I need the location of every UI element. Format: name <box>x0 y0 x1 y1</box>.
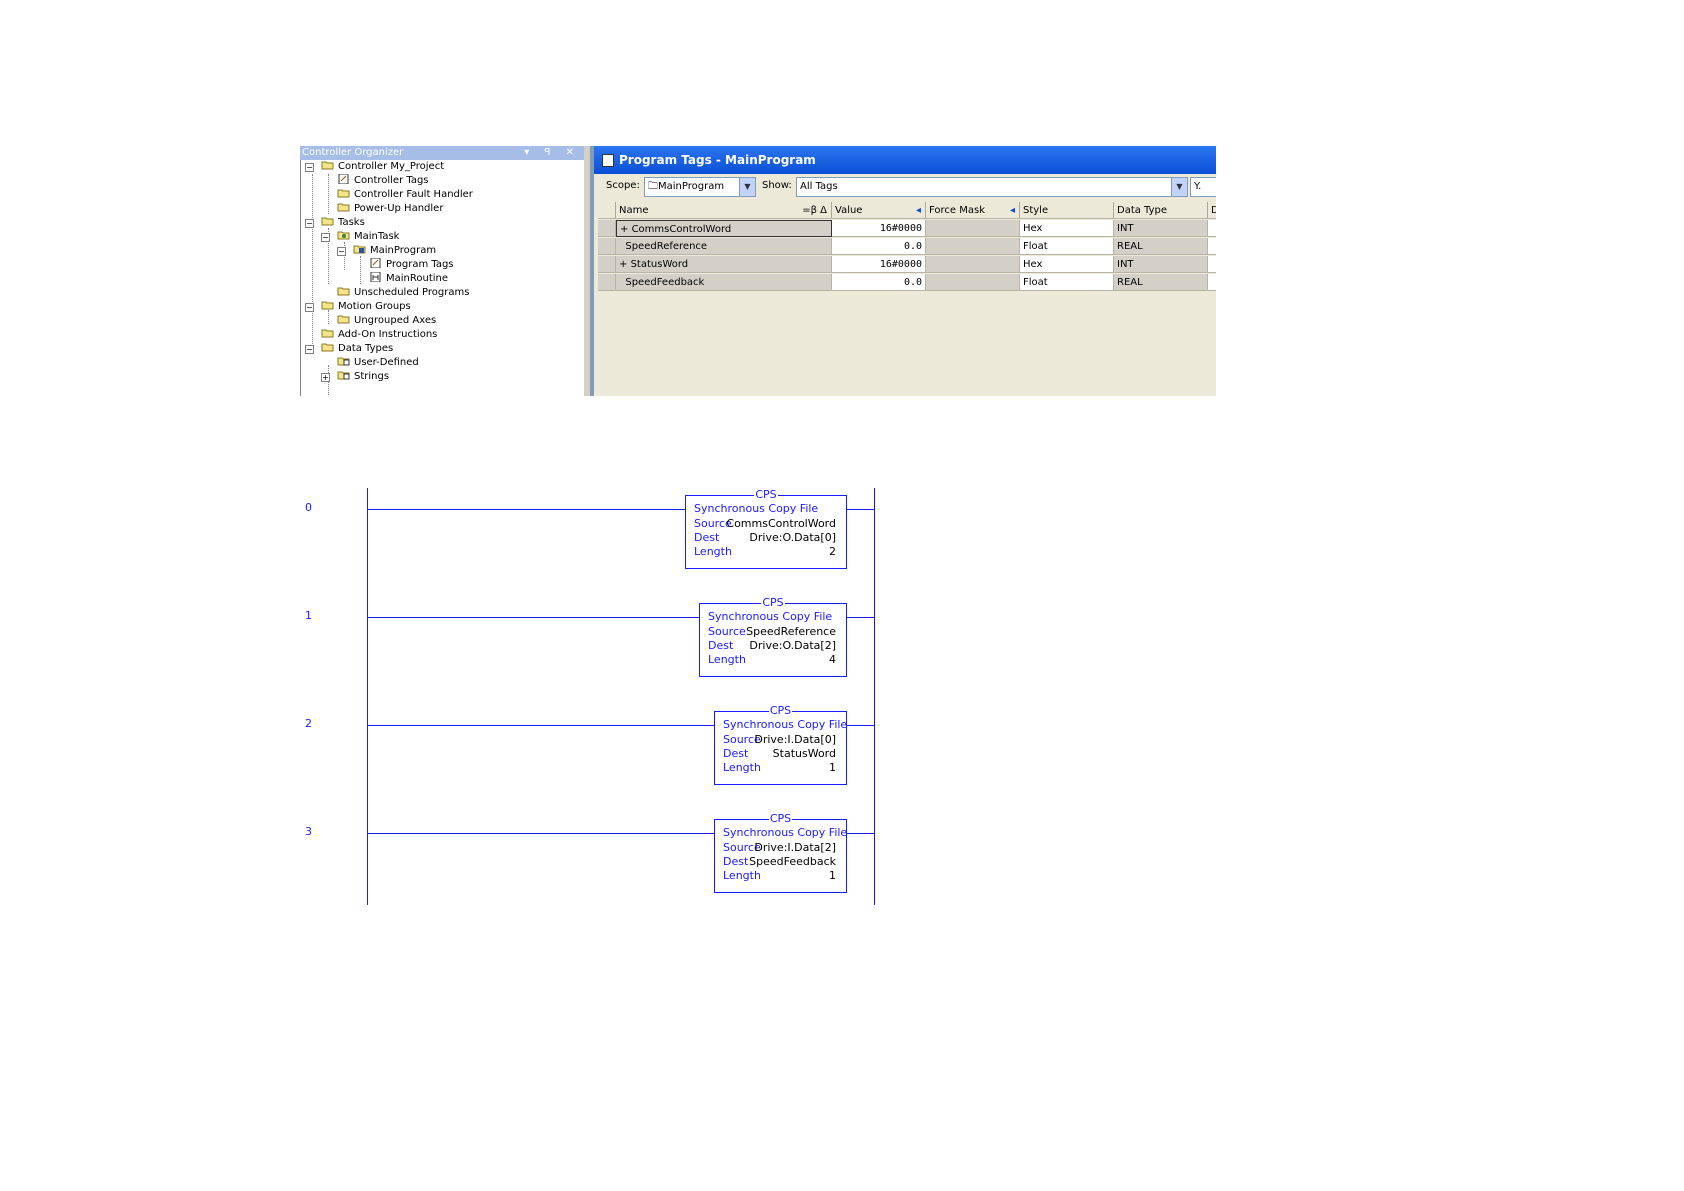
instruction-mnemonic: CPS <box>754 488 778 501</box>
cps-instruction[interactable]: CPS Synchronous Copy File Source Drive:I.… <box>714 704 848 785</box>
source-row[interactable]: Source SpeedReference <box>708 625 836 639</box>
right-power-rail <box>874 488 875 905</box>
dest-row[interactable]: Dest Drive:O.Data[0] <box>694 531 836 545</box>
length-row[interactable]: Length 1 <box>723 869 836 883</box>
left-power-rail <box>367 488 368 905</box>
instruction-title: Synchronous Copy File <box>694 502 819 515</box>
dest-row[interactable]: Dest SpeedFeedback <box>723 855 836 869</box>
rung-number: 1 <box>305 609 312 622</box>
rung-wire <box>847 725 874 726</box>
length-row[interactable]: Length 4 <box>708 653 836 667</box>
instruction-mnemonic: CPS <box>761 596 785 609</box>
rung-number: 0 <box>305 501 312 514</box>
rung-wire <box>847 509 874 510</box>
rung-wire <box>367 617 699 618</box>
rung-wire <box>847 833 874 834</box>
rung-number: 2 <box>305 717 312 730</box>
dest-row[interactable]: Dest Drive:O.Data[2] <box>708 639 836 653</box>
cps-instruction[interactable]: CPS Synchronous Copy File Source CommsCon… <box>685 488 847 569</box>
rung-wire <box>847 617 874 618</box>
rung-wire <box>367 509 685 510</box>
cps-instruction[interactable]: CPS Synchronous Copy File Source SpeedRef… <box>699 596 847 677</box>
rung-wire <box>367 833 714 834</box>
rung-wire <box>367 725 714 726</box>
instruction-title: Synchronous Copy File <box>708 610 833 623</box>
ladder-diagram: 0 CPS Synchronous Copy File Source CommsC… <box>0 0 1684 1191</box>
source-row[interactable]: Source CommsControlWord <box>694 517 836 531</box>
cps-instruction[interactable]: CPS Synchronous Copy File Source Drive:I.… <box>714 812 848 893</box>
instruction-title: Synchronous Copy File <box>723 718 848 731</box>
rung-number: 3 <box>305 825 312 838</box>
source-row[interactable]: Source Drive:I.Data[0] <box>723 733 836 747</box>
instruction-mnemonic: CPS <box>768 704 793 717</box>
length-row[interactable]: Length 1 <box>723 761 836 775</box>
dest-row[interactable]: Dest StatusWord <box>723 747 836 761</box>
length-row[interactable]: Length 2 <box>694 545 836 559</box>
instruction-mnemonic: CPS <box>768 812 793 825</box>
instruction-title: Synchronous Copy File <box>723 826 848 839</box>
source-row[interactable]: Source Drive:I.Data[2] <box>723 841 836 855</box>
